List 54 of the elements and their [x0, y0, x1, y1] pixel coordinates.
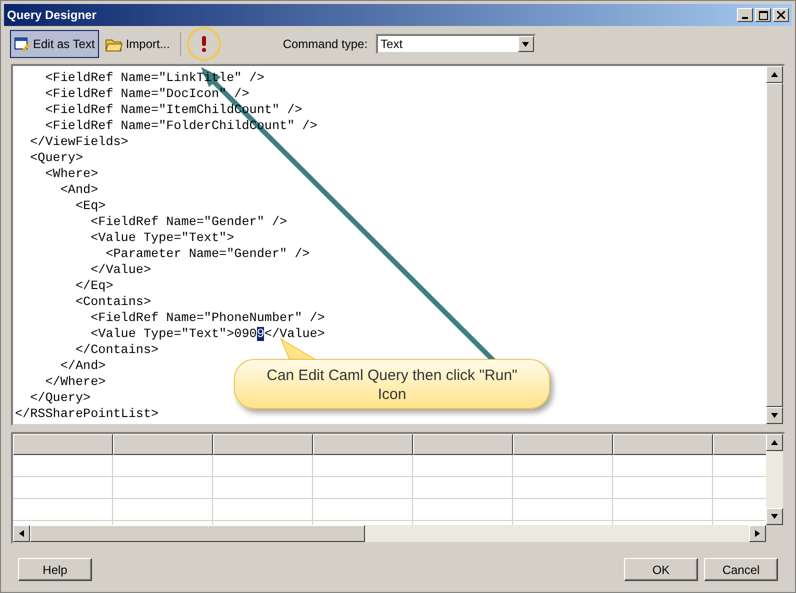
code-line: <FieldRef Name="Gender" /> — [90, 214, 288, 230]
code-line: </Eq> — [74, 278, 114, 294]
maximize-icon — [758, 10, 768, 20]
code-line: </Where> — [44, 374, 106, 390]
scrollbar-thumb[interactable] — [30, 525, 365, 542]
column-header[interactable] — [313, 434, 413, 455]
code-line: </And> — [59, 358, 106, 374]
help-button[interactable]: Help — [18, 558, 92, 581]
down-arrow-icon — [771, 514, 778, 519]
code-line: </Contains> — [74, 342, 159, 358]
code-line: </Value> — [90, 262, 152, 278]
right-arrow-icon — [755, 530, 760, 537]
command-type-dropdown[interactable]: Text — [376, 34, 536, 54]
maximize-button[interactable] — [755, 8, 771, 22]
code-line: </Query> — [29, 390, 91, 406]
code-line: <Value Type="Text">0909</Value> — [90, 326, 325, 342]
code-line: </ViewFields> — [29, 134, 128, 150]
left-arrow-icon — [19, 530, 24, 537]
code-line: <FieldRef Name="DocIcon" /> — [44, 86, 250, 102]
edit-as-text-button[interactable]: Edit as Text — [10, 30, 99, 58]
run-button[interactable] — [186, 27, 221, 61]
down-arrow-icon — [522, 42, 530, 46]
code-line: <Eq> — [74, 198, 106, 214]
code-line: <And> — [59, 182, 98, 198]
window-title: Query Designer — [7, 8, 96, 22]
ok-button[interactable]: OK — [624, 558, 698, 581]
minimize-button[interactable] — [737, 8, 753, 22]
code-line: <Where> — [44, 166, 98, 182]
cancel-button[interactable]: Cancel — [704, 558, 778, 581]
grid-vertical-scrollbar[interactable] — [766, 434, 783, 525]
column-header[interactable] — [113, 434, 213, 455]
exclamation-icon — [200, 36, 207, 52]
column-header[interactable] — [213, 434, 313, 455]
code-line: <Query> — [29, 150, 84, 166]
up-arrow-icon — [771, 72, 778, 77]
column-header[interactable] — [413, 434, 513, 455]
down-arrow-icon — [771, 413, 778, 418]
query-text-editor[interactable] — [11, 64, 785, 426]
column-header[interactable] — [513, 434, 613, 455]
code-line: <FieldRef Name="PhoneNumber" /> — [90, 310, 325, 326]
code-line: </RSSharePointList> — [15, 406, 159, 422]
command-type-label: Command type: — [282, 37, 368, 51]
column-header[interactable] — [13, 434, 113, 455]
import-button[interactable]: Import... — [100, 30, 174, 58]
code-line: <Contains> — [74, 294, 152, 310]
code-line: <Parameter Name="Gender" /> — [104, 246, 310, 262]
column-header[interactable] — [613, 434, 713, 455]
code-line: <Value Type="Text"> — [90, 230, 234, 246]
up-arrow-icon — [771, 440, 778, 445]
callout-note: Can Edit Caml Query then click "Run" Icon — [234, 359, 550, 409]
vertical-scrollbar[interactable] — [766, 66, 783, 424]
close-icon — [777, 11, 785, 19]
edit-text-icon — [14, 36, 30, 52]
close-button[interactable] — [773, 8, 789, 22]
